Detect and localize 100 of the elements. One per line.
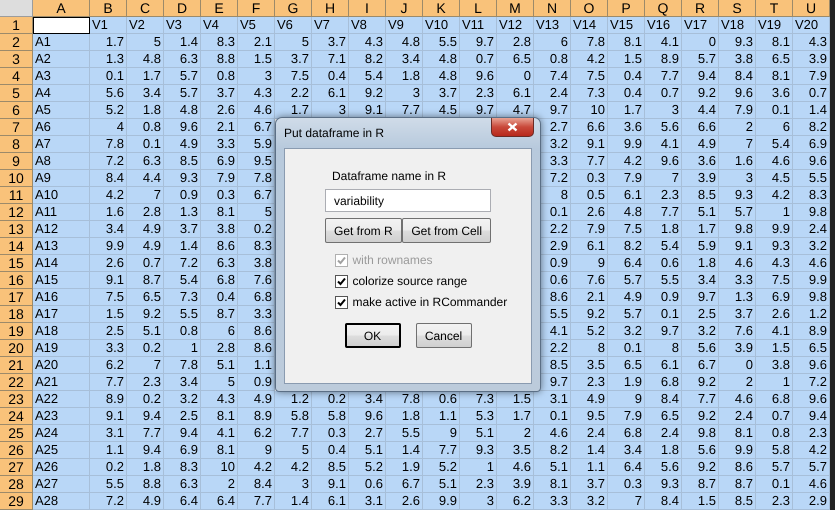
row-header[interactable]: 3 xyxy=(0,51,33,68)
table-cell: 6.1 xyxy=(571,238,608,255)
row-header[interactable]: 17 xyxy=(0,289,33,306)
row-header[interactable]: 2 xyxy=(0,34,33,51)
column-header[interactable]: J xyxy=(386,0,423,17)
row-header[interactable]: 14 xyxy=(0,238,33,255)
table-cell: 5.7 xyxy=(682,51,719,68)
table-cell: 3.8 xyxy=(756,357,793,374)
dialog-button[interactable]: Cancel xyxy=(416,323,472,348)
table-cell: 4.2 xyxy=(275,459,312,476)
table-cell: 5.7 xyxy=(793,459,830,476)
table-cell: 1.1 xyxy=(423,408,460,425)
table-cell: 2 xyxy=(201,476,238,493)
table-cell: A28 xyxy=(33,493,90,510)
column-header[interactable]: G xyxy=(275,0,312,17)
row-header[interactable]: 20 xyxy=(0,340,33,357)
row-header[interactable]: 4 xyxy=(0,68,33,85)
row-header[interactable]: 28 xyxy=(0,476,33,493)
table-cell: 1.8 xyxy=(127,102,164,119)
table-cell: 9.4 xyxy=(682,68,719,85)
row-header[interactable]: 12 xyxy=(0,204,33,221)
column-header[interactable]: Q xyxy=(645,0,682,17)
input-field[interactable]: variability xyxy=(325,189,491,212)
table-cell: 0.1 xyxy=(608,340,645,357)
column-header[interactable]: T xyxy=(756,0,793,17)
checkbox[interactable] xyxy=(334,274,348,288)
row-header[interactable]: 7 xyxy=(0,119,33,136)
close-button[interactable] xyxy=(491,118,534,137)
table-cell: 7.8 xyxy=(238,170,275,187)
row-header[interactable]: 18 xyxy=(0,306,33,323)
lookup-button[interactable]: Get from Cell xyxy=(402,218,491,243)
row-header[interactable]: 11 xyxy=(0,187,33,204)
row-header[interactable]: 6 xyxy=(0,102,33,119)
column-header[interactable]: B xyxy=(90,0,127,17)
table-cell: 3.4 xyxy=(682,272,719,289)
table-cell: 2.5 xyxy=(164,408,201,425)
table-cell: 5.4 xyxy=(349,68,386,85)
table-cell: 7.6 xyxy=(719,323,756,340)
table-cell: 6.4 xyxy=(164,493,201,510)
table-cell: 0.8 xyxy=(756,425,793,442)
lookup-button[interactable]: Get from R xyxy=(325,218,402,243)
column-header[interactable]: A xyxy=(33,0,90,17)
column-header[interactable]: H xyxy=(312,0,349,17)
row-header[interactable]: 27 xyxy=(0,459,33,476)
table-cell: 9.6 xyxy=(460,68,497,85)
table-cell: 9.3 xyxy=(719,34,756,51)
row-header[interactable]: 13 xyxy=(0,221,33,238)
column-header[interactable]: L xyxy=(460,0,497,17)
table-cell: 8.6 xyxy=(238,323,275,340)
dialog-button[interactable]: OK xyxy=(344,323,400,348)
row-header[interactable]: 23 xyxy=(0,391,33,408)
row-header[interactable]: 9 xyxy=(0,153,33,170)
row-header[interactable]: 25 xyxy=(0,425,33,442)
table-cell: 4.8 xyxy=(423,51,460,68)
table-cell: 2 xyxy=(719,119,756,136)
column-header[interactable]: R xyxy=(682,0,719,17)
row-header[interactable]: 15 xyxy=(0,255,33,272)
column-header[interactable]: M xyxy=(497,0,534,17)
table-cell: 5.8 xyxy=(756,442,793,459)
row-header[interactable]: 19 xyxy=(0,323,33,340)
table-cell: 6.1 xyxy=(608,187,645,204)
row-header[interactable]: 1 xyxy=(0,17,33,34)
row-header[interactable]: 22 xyxy=(0,374,33,391)
table-cell: 3.3 xyxy=(719,272,756,289)
table-cell: 0.2 xyxy=(90,459,127,476)
row-header[interactable]: 16 xyxy=(0,272,33,289)
column-header[interactable]: S xyxy=(719,0,756,17)
row-header[interactable]: 8 xyxy=(0,136,33,153)
table-cell: 8.1 xyxy=(719,425,756,442)
column-header[interactable]: O xyxy=(571,0,608,17)
table-cell: 3 xyxy=(275,476,312,493)
table-cell: 5.5 xyxy=(423,34,460,51)
row-header[interactable]: 10 xyxy=(0,170,33,187)
table-cell: 2.7 xyxy=(349,425,386,442)
column-header[interactable]: C xyxy=(127,0,164,17)
row-header[interactable]: 26 xyxy=(0,442,33,459)
column-header[interactable]: K xyxy=(423,0,460,17)
checkbox[interactable] xyxy=(334,296,348,308)
column-header[interactable]: F xyxy=(238,0,275,17)
column-header[interactable]: P xyxy=(608,0,645,17)
row-header[interactable]: 29 xyxy=(0,493,33,510)
column-header[interactable]: D xyxy=(164,0,201,17)
column-header[interactable]: U xyxy=(793,0,830,17)
column-header[interactable]: I xyxy=(349,0,386,17)
column-header[interactable]: N xyxy=(534,0,571,17)
active-cell[interactable] xyxy=(33,17,90,34)
table-cell: V6 xyxy=(275,17,312,34)
table-cell: 9.9 xyxy=(608,136,645,153)
table-cell: 5 xyxy=(275,34,312,51)
row-header[interactable]: 5 xyxy=(0,85,33,102)
table-cell: 3.8 xyxy=(719,51,756,68)
table-cell: 3.2 xyxy=(571,493,608,510)
column-header[interactable]: E xyxy=(201,0,238,17)
table-cell: 1.8 xyxy=(127,459,164,476)
table-cell: 8 xyxy=(571,340,608,357)
row-header[interactable]: 24 xyxy=(0,408,33,425)
table-cell: 8.6 xyxy=(201,238,238,255)
table-cell: 9.9 xyxy=(793,272,830,289)
table-cell: 4.3 xyxy=(793,34,830,51)
row-header[interactable]: 21 xyxy=(0,357,33,374)
